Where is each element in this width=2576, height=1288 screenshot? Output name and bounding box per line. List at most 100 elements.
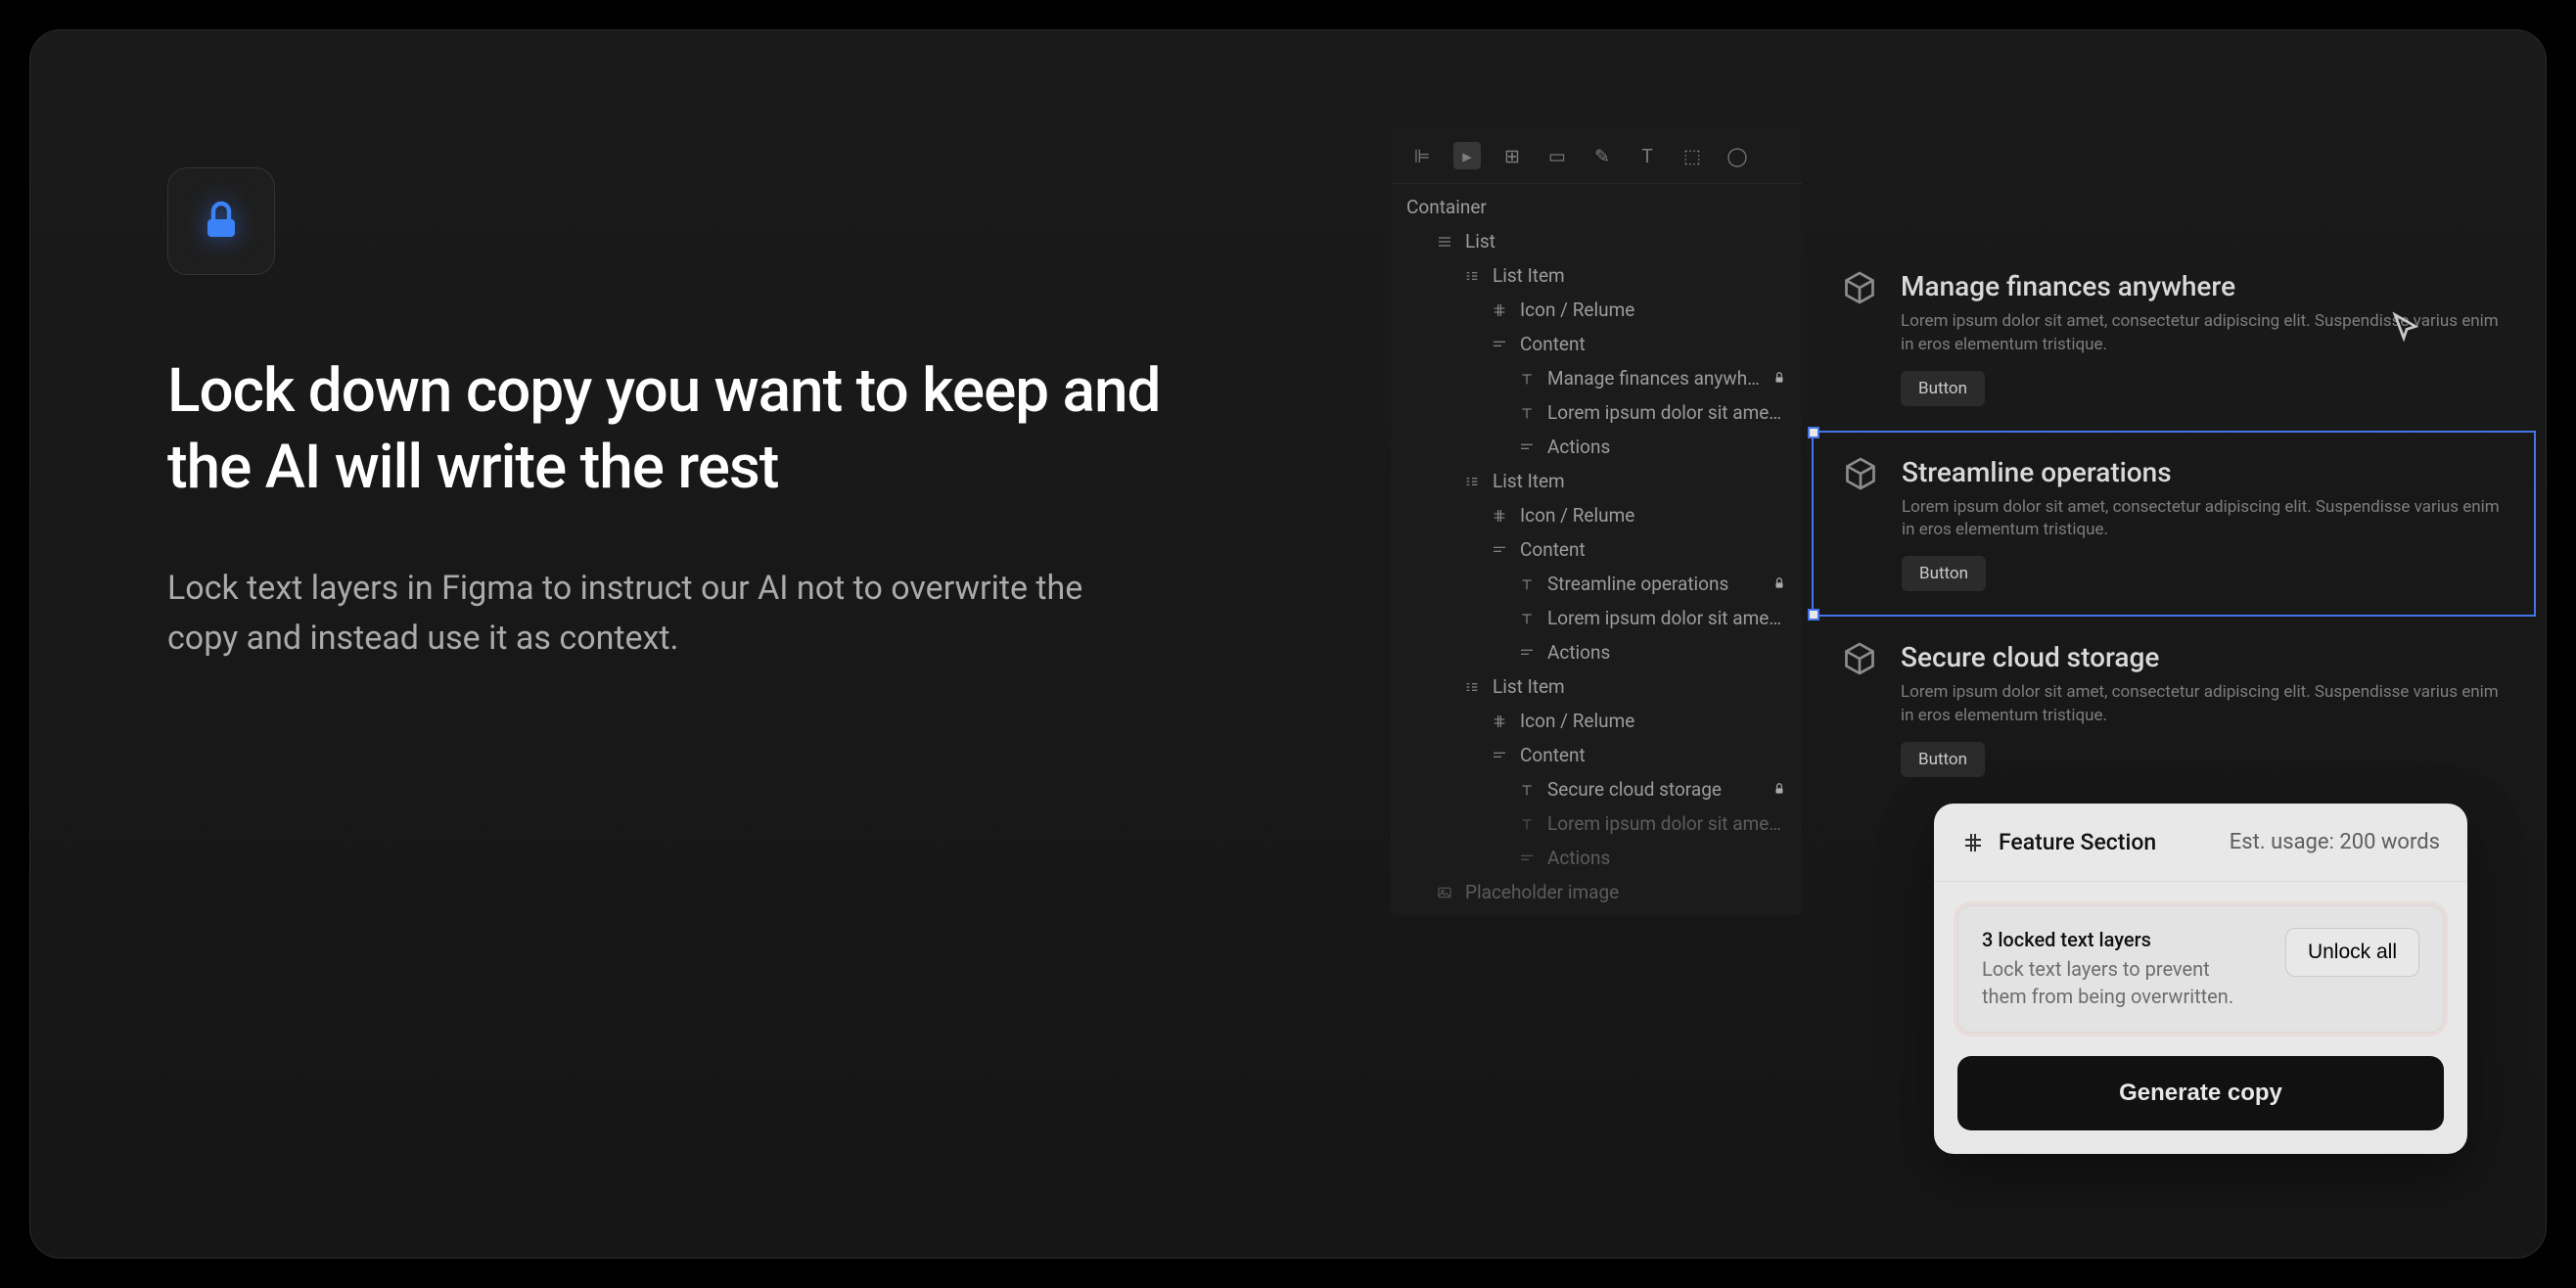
layer-label: Secure cloud storage	[1547, 778, 1722, 801]
text-icon	[1516, 611, 1538, 626]
image-icon	[1434, 885, 1455, 900]
layer-row[interactable]: Actions	[1391, 635, 1802, 669]
preview-item[interactable]: Streamline operations Lorem ipsum dolor s…	[1812, 431, 2536, 618]
preview-item[interactable]: Manage finances anywhereLorem ipsum dolo…	[1812, 246, 2536, 431]
cube-icon	[1843, 456, 1878, 491]
layer-row[interactable]: Lorem ipsum dolor sit amet, conse...	[1391, 601, 1802, 635]
tool-rect-icon[interactable]: ▭	[1543, 142, 1571, 169]
preview-title: Manage finances anywhere	[1901, 270, 2506, 302]
hash-icon	[1489, 713, 1510, 729]
locked-desc: Lock text layers to prevent them from be…	[1982, 955, 2236, 1010]
layer-row[interactable]: Placeholder image	[1391, 875, 1802, 909]
layer-row[interactable]: Manage finances anywhere	[1391, 361, 1802, 395]
layer-row[interactable]: Lorem ipsum dolor sit amet, conse...	[1391, 395, 1802, 430]
preview-item[interactable]: Secure cloud storage Lorem ipsum dolor si…	[1812, 617, 2536, 802]
layer-label: Content	[1520, 538, 1586, 561]
tool-comment-icon[interactable]: ◯	[1724, 142, 1751, 169]
layer-label: List Item	[1493, 675, 1565, 698]
bars-icon	[1461, 679, 1483, 695]
layer-row[interactable]: Icon / Relume	[1391, 498, 1802, 532]
popup-usage: Est. usage: 200 words	[2230, 830, 2440, 854]
lock-icon	[1772, 367, 1786, 390]
figma-toolbar: ⊫ ▸ ⊞ ▭ ✎ T ⬚ ◯	[1391, 128, 1802, 184]
feature-card: Lock down copy you want to keep and the …	[29, 29, 2547, 1259]
layer-label: Icon / Relume	[1520, 710, 1634, 732]
lines-icon	[1489, 337, 1510, 352]
lines-icon	[1516, 645, 1538, 661]
tool-text-icon[interactable]: T	[1633, 142, 1661, 169]
selection-handle[interactable]	[1808, 427, 1819, 438]
layers-panel: ⊫ ▸ ⊞ ▭ ✎ T ⬚ ◯ Container List List Item I…	[1391, 128, 1802, 915]
layer-label: List Item	[1493, 264, 1565, 287]
layer-container[interactable]: Container	[1391, 190, 1802, 224]
lines-icon	[1489, 542, 1510, 558]
text-icon	[1516, 405, 1538, 421]
preview-title: Secure cloud storage	[1901, 641, 2506, 673]
popup-title: Feature Section	[1999, 829, 2156, 855]
text-icon	[1516, 782, 1538, 798]
layer-label: Actions	[1547, 847, 1610, 869]
hash-icon	[1489, 302, 1510, 318]
unlock-all-button[interactable]: Unlock all	[2285, 928, 2419, 977]
layer-row[interactable]: Lorem ipsum dolor sit amet, conse...	[1391, 806, 1802, 841]
hash-icon	[1961, 831, 1985, 854]
preview-desc: Lorem ipsum dolor sit amet, consectetur …	[1901, 681, 2506, 728]
tool-component-icon[interactable]: ⬚	[1679, 142, 1706, 169]
layer-row[interactable]: Icon / Relume	[1391, 293, 1802, 327]
figma-mockup: ⊫ ▸ ⊞ ▭ ✎ T ⬚ ◯ Container List List Item I…	[1391, 128, 2546, 1205]
locked-count: 3 locked text layers	[1982, 928, 2236, 951]
cursor-icon	[2389, 310, 2424, 345]
tool-pen-icon[interactable]: ✎	[1588, 142, 1616, 169]
layer-row[interactable]: Actions	[1391, 841, 1802, 875]
lock-icon	[1772, 573, 1786, 595]
tool-align-icon[interactable]: ⊫	[1408, 142, 1436, 169]
text-icon	[1516, 371, 1538, 387]
preview-button[interactable]: Button	[1901, 371, 1985, 406]
layer-label: Content	[1520, 333, 1586, 355]
layer-label: Placeholder image	[1465, 881, 1619, 903]
preview-title: Streamline operations	[1902, 456, 2505, 488]
layer-row[interactable]: List Item	[1391, 258, 1802, 293]
layer-label: Icon / Relume	[1520, 504, 1634, 527]
layer-row[interactable]: Icon / Relume	[1391, 704, 1802, 738]
popup-header: Feature Section Est. usage: 200 words	[1934, 804, 2467, 882]
bars-icon	[1461, 474, 1483, 489]
cube-icon	[1842, 270, 1877, 305]
lines-icon	[1516, 439, 1538, 455]
layer-label: List Item	[1493, 470, 1565, 492]
canvas-preview: Manage finances anywhere Lorem ipsum dolo…	[1812, 246, 2536, 802]
lock-badge	[167, 167, 275, 275]
layer-row[interactable]: Content	[1391, 327, 1802, 361]
selection-handle[interactable]	[1808, 609, 1819, 621]
layer-row[interactable]: List Item	[1391, 464, 1802, 498]
ai-popup: Feature Section Est. usage: 200 words 3 …	[1934, 804, 2467, 1154]
layer-row[interactable]: List	[1391, 224, 1802, 258]
hero-subheading: Lock text layers in Figma to instruct ou…	[167, 564, 1107, 664]
generate-copy-button[interactable]: Generate copy	[1957, 1056, 2444, 1130]
lock-icon	[198, 198, 245, 245]
layer-row[interactable]: List Item	[1391, 669, 1802, 704]
tool-frame-icon[interactable]: ⊞	[1498, 142, 1526, 169]
preview-button[interactable]: Button	[1902, 556, 1986, 591]
preview-desc: Lorem ipsum dolor sit amet, consectetur …	[1902, 496, 2505, 543]
layer-label: Actions	[1547, 436, 1610, 458]
list-icon	[1434, 234, 1455, 250]
layer-row[interactable]: Content	[1391, 738, 1802, 772]
locked-layers-card: 3 locked text layers Lock text layers to…	[1957, 905, 2444, 1033]
hero-heading: Lock down copy you want to keep and the …	[167, 353, 1244, 505]
tool-move-icon[interactable]: ▸	[1453, 142, 1481, 169]
lock-icon	[1772, 778, 1786, 801]
hash-icon	[1489, 508, 1510, 524]
layer-row[interactable]: Streamline operations	[1391, 567, 1802, 601]
layer-row[interactable]: Actions	[1391, 430, 1802, 464]
layer-row[interactable]: Secure cloud storage	[1391, 772, 1802, 806]
layer-row[interactable]: Content	[1391, 532, 1802, 567]
text-icon	[1516, 816, 1538, 832]
layer-label: Content	[1520, 744, 1586, 766]
layer-tree: Container List List Item Icon / Relume Cont…	[1391, 184, 1802, 915]
layer-label: Lorem ipsum dolor sit amet, conse...	[1547, 607, 1786, 629]
preview-button[interactable]: Button	[1901, 742, 1985, 777]
layer-label: Lorem ipsum dolor sit amet, conse...	[1547, 401, 1786, 424]
layer-label: Lorem ipsum dolor sit amet, conse...	[1547, 812, 1786, 835]
layer-label: Actions	[1547, 641, 1610, 664]
